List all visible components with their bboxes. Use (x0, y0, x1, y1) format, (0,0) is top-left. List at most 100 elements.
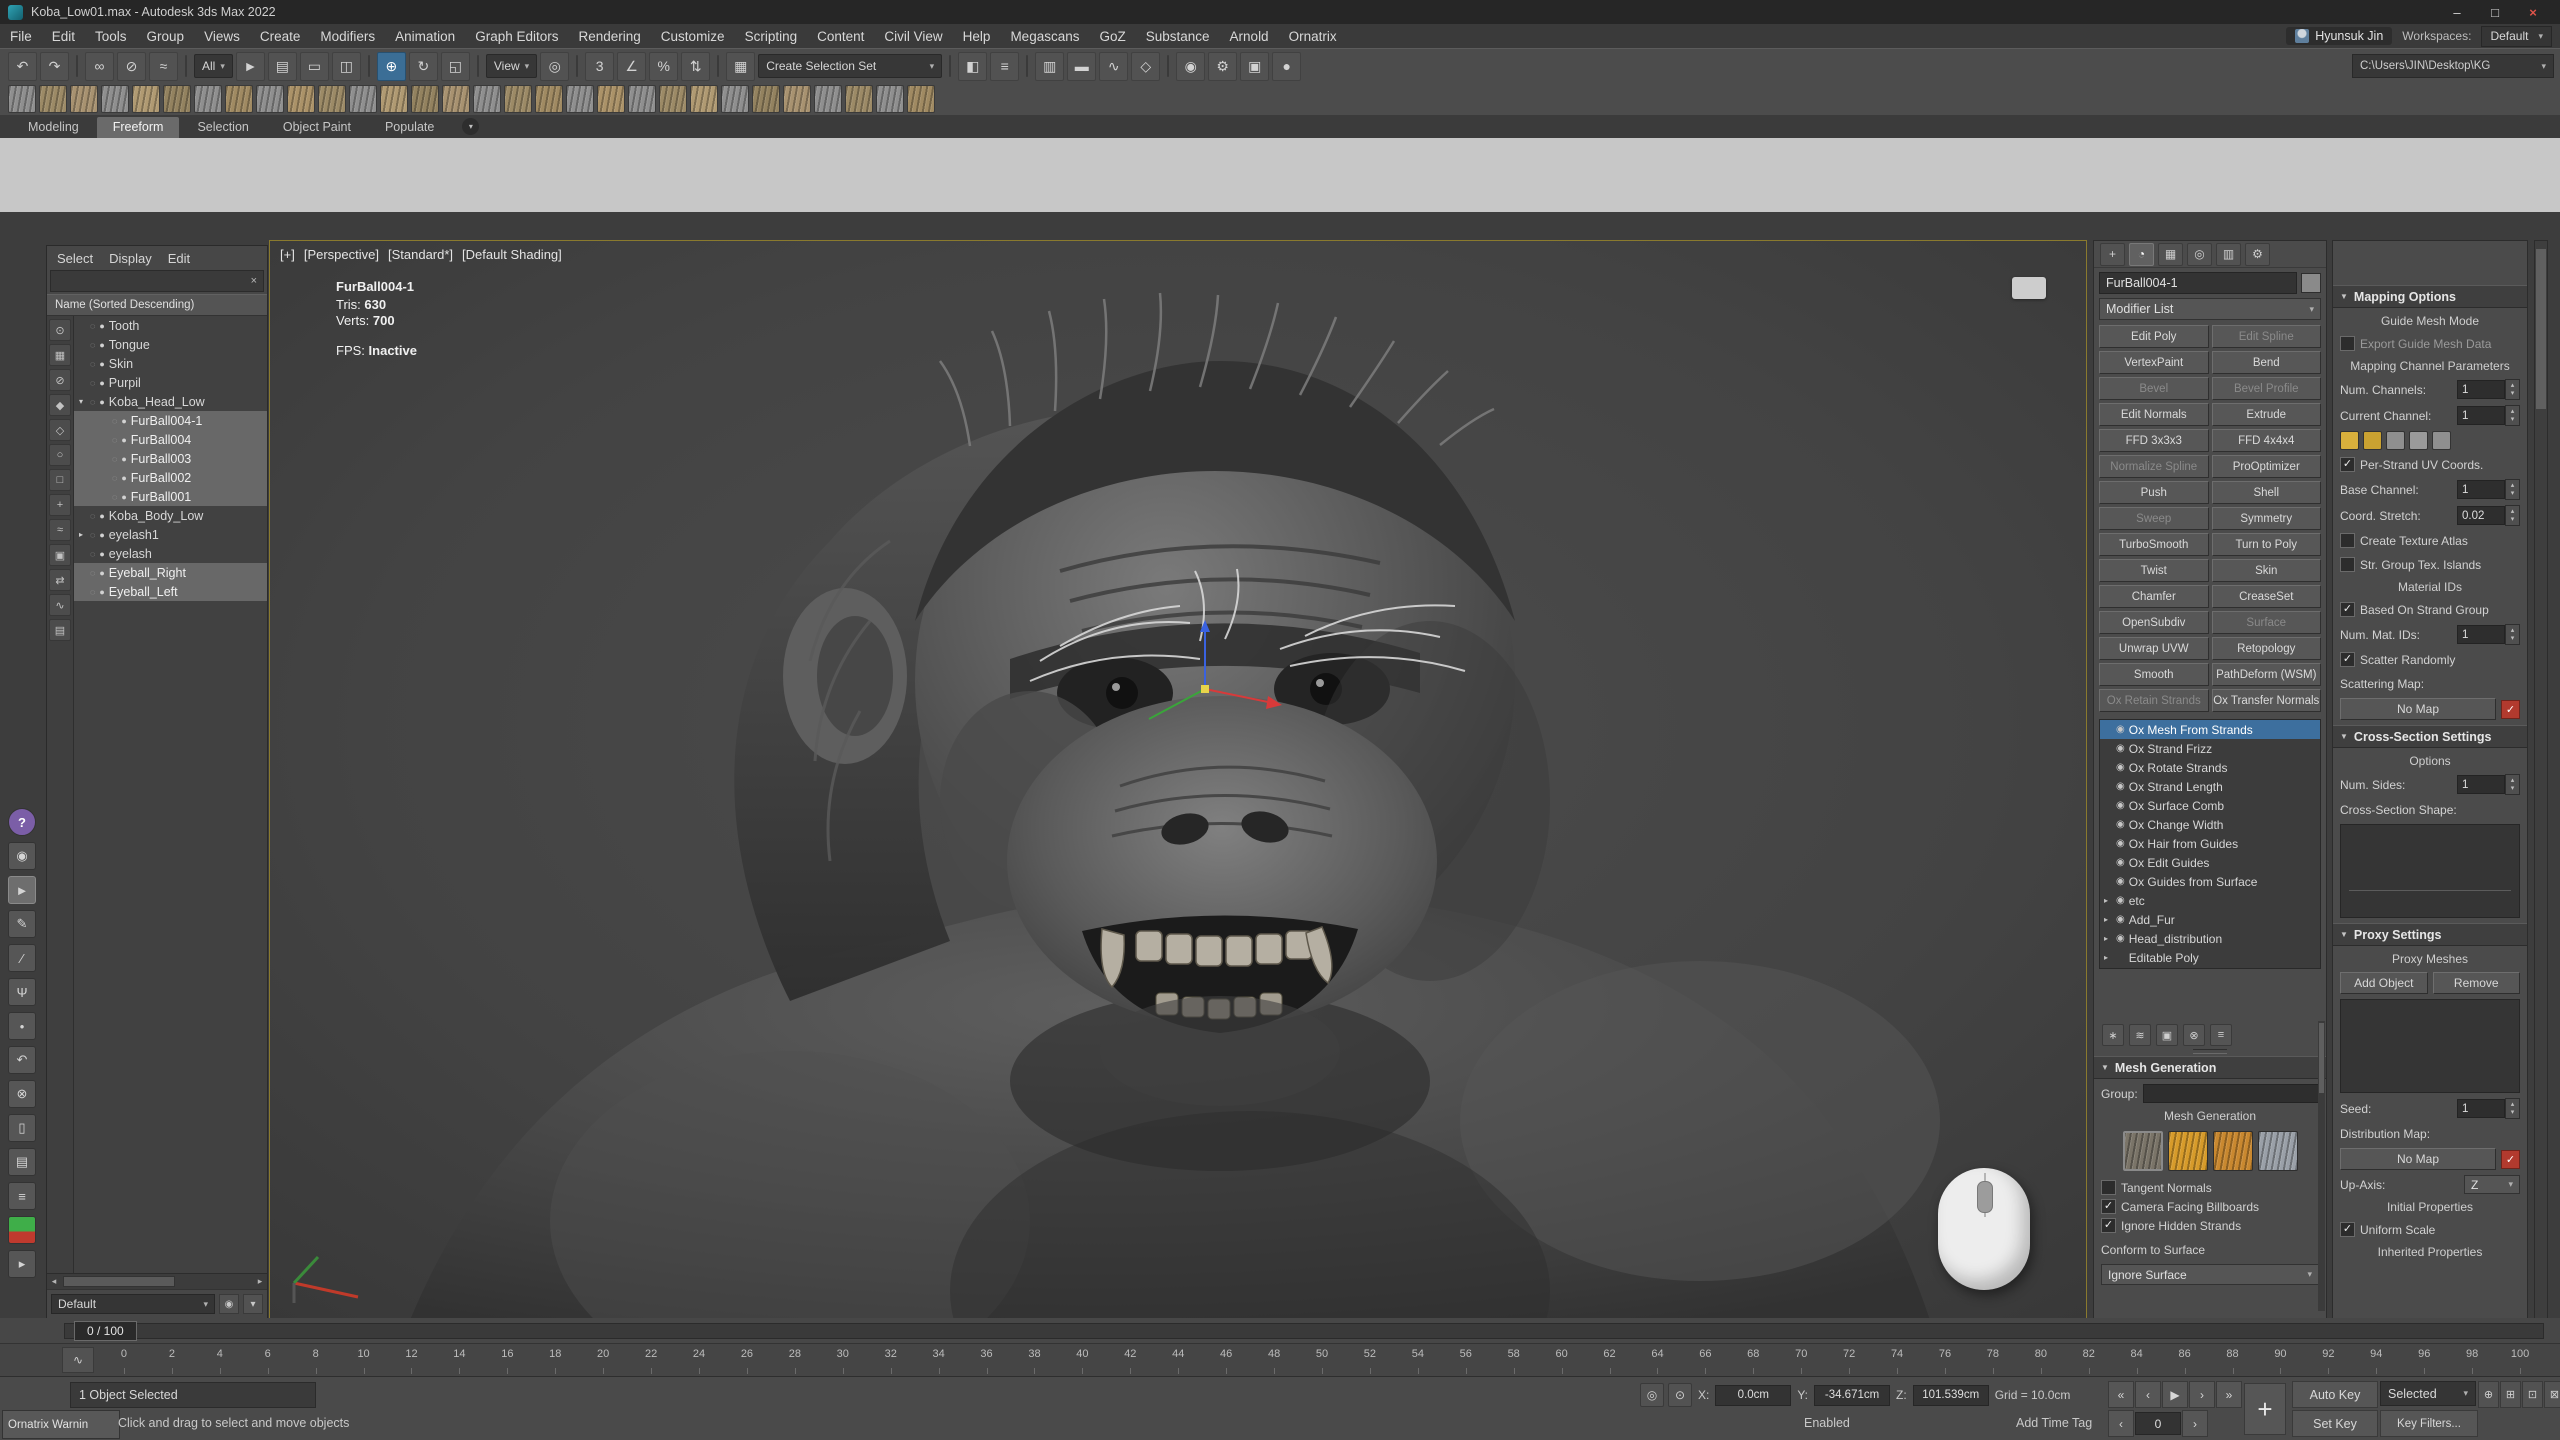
render-production-icon[interactable]: ● ▾ (1272, 52, 1301, 81)
rollout-header-cross-section[interactable]: ▼ Cross-Section Settings (2333, 725, 2527, 748)
menu-item[interactable]: Modifiers (310, 24, 385, 48)
display-xrefs-icon[interactable]: ⇄ (49, 569, 71, 591)
curve-editor-icon[interactable]: ∿ ▾ (1099, 52, 1128, 81)
modify-tab-icon[interactable]: ◔ (2129, 243, 2154, 266)
ornatrix-tool-icon[interactable] (132, 85, 160, 113)
export-guide-mesh-checkbox[interactable]: ✓ (2340, 336, 2355, 351)
timeline-tick[interactable]: 38 (1011, 1343, 1059, 1376)
scene-explorer-row[interactable]: ◌ ● Tooth (74, 316, 267, 335)
visibility-icon[interactable]: ◌ (112, 473, 117, 483)
ornatrix-tool-icon[interactable] (845, 85, 873, 113)
menu-item[interactable]: Rendering (569, 24, 651, 48)
modifier-button[interactable]: Edit Poly (2099, 325, 2209, 348)
separator[interactable]: ▾ (185, 55, 187, 77)
modifier-button[interactable]: Ox Retain Strands (2099, 689, 2209, 712)
remove-modifier-icon[interactable]: ⊗ (2183, 1024, 2205, 1046)
timeline-tick[interactable]: 84 (2113, 1343, 2161, 1376)
layer-options-icon[interactable]: ▾ (243, 1294, 263, 1314)
modifier-button[interactable]: Chamfer (2099, 585, 2209, 608)
ornatrix-tool-icon[interactable] (504, 85, 532, 113)
conform-surface-dropdown[interactable]: Ignore Surface ▾ (2101, 1264, 2319, 1285)
timeline-tick[interactable]: 6 (244, 1343, 292, 1376)
ornatrix-tool-icon[interactable] (628, 85, 656, 113)
key-filter-set-dropdown[interactable]: Selected ▾ (2380, 1381, 2476, 1406)
cross-section-shape-preview[interactable] (2340, 824, 2520, 918)
select-and-rotate-icon[interactable]: ↻ ▾ (409, 52, 438, 81)
named-selection-sets-dropdown[interactable]: Create Selection Set ▾ (758, 54, 942, 78)
viewport-menu-view[interactable]: [Perspective] (304, 247, 379, 262)
strip-mesh-icon[interactable] (2123, 1131, 2163, 1171)
visibility-icon[interactable]: ◌ (90, 359, 95, 369)
active-layer-dropdown[interactable]: Default ▾ (51, 1294, 215, 1314)
modifier-visibility-icon[interactable]: ◉ (2116, 914, 2125, 925)
scrollbar-thumb[interactable] (2536, 249, 2546, 409)
timeline-tick[interactable]: 92 (2304, 1343, 2352, 1376)
ornatrix-tool-icon[interactable] (473, 85, 501, 113)
ornatrix-tool-icon[interactable] (876, 85, 904, 113)
modifier-stack-row[interactable]: ◉ Ox Rotate Strands (2100, 758, 2320, 777)
visibility-icon[interactable]: ◌ (112, 492, 117, 502)
separator[interactable]: ▾ (368, 55, 370, 77)
rollout-header-proxy-settings[interactable]: ▼ Proxy Settings (2333, 923, 2527, 946)
ornatrix-tool-icon[interactable] (349, 85, 377, 113)
ornatrix-tool-icon[interactable] (783, 85, 811, 113)
visibility-icon[interactable]: ◌ (90, 378, 95, 388)
timeline-tick[interactable]: 50 (1298, 1343, 1346, 1376)
scene-explorer-row[interactable]: ◌ ● Purpil (74, 373, 267, 392)
modifier-button[interactable]: Bevel (2099, 377, 2209, 400)
unlink-selection-icon[interactable]: ⊘ ▾ (117, 52, 146, 81)
comb-tool-icon[interactable]: Ψ (8, 978, 36, 1006)
ribbon-tab[interactable]: Populate (369, 117, 450, 138)
uniform-scale-checkbox[interactable]: ✓ (2340, 1222, 2355, 1237)
cylinder-mesh-icon[interactable] (2213, 1131, 2253, 1171)
minimize-button[interactable]: – (2438, 1, 2476, 24)
add-time-tag[interactable]: Add Time Tag (2016, 1416, 2092, 1430)
modifier-stack-row[interactable]: ▸ ◉ Editable Poly (2100, 948, 2320, 967)
render-setup-icon[interactable]: ⚙ ▾ (1208, 52, 1237, 81)
modifier-stack-row[interactable]: ◉ Ox Guides from Surface (2100, 872, 2320, 891)
project-folder-field[interactable]: C:\Users\JIN\Desktop\KG ▾ (2352, 54, 2554, 78)
timeline-tick[interactable]: 28 (771, 1343, 819, 1376)
display-lights-icon[interactable]: ○ (49, 444, 71, 466)
timeline-tick[interactable]: 86 (2161, 1343, 2209, 1376)
reference-coordinate-dropdown[interactable]: View ▾ (486, 54, 537, 78)
modifier-stack-row[interactable]: ▸ ◉ etc (2100, 891, 2320, 910)
modifier-list-dropdown[interactable]: Modifier List ▾ (2099, 298, 2321, 320)
close-icon[interactable]: × (251, 275, 257, 287)
bind-to-space-warp-icon[interactable]: ≈ ▾ (149, 52, 178, 81)
seed-spinner[interactable]: 1 ▴▾ (2457, 1098, 2520, 1119)
modifier-button[interactable]: Symmetry (2212, 507, 2322, 530)
point-tool-icon[interactable]: • (8, 1012, 36, 1040)
timeline-tick[interactable]: 58 (1490, 1343, 1538, 1376)
modifier-button[interactable]: Extrude (2212, 403, 2322, 426)
timeline-tick[interactable]: 14 (435, 1343, 483, 1376)
ornatrix-tool-icon[interactable] (535, 85, 563, 113)
percent-snap-icon[interactable]: % ▾ (649, 52, 678, 81)
menu-item[interactable]: Content (807, 24, 874, 48)
motion-tab-icon[interactable]: ◎ (2187, 243, 2212, 266)
checkbox[interactable]: ✓ (2101, 1218, 2116, 1233)
ornatrix-tool-icon[interactable] (225, 85, 253, 113)
timeline-tick[interactable]: 32 (867, 1343, 915, 1376)
expand-arrow-icon[interactable]: ▸ (2104, 934, 2112, 943)
scene-explorer-column-header[interactable]: Name (Sorted Descending) (47, 294, 267, 316)
previous-frame-icon[interactable]: ‹ (2135, 1381, 2161, 1408)
toggle-ribbon-icon[interactable]: ▬ ▾ (1067, 52, 1096, 81)
scene-explorer-row[interactable]: ◌ ● FurBall004 (74, 430, 267, 449)
snaps-toggle-icon[interactable]: 3 ▾ (585, 52, 614, 81)
menu-item[interactable]: Civil View (874, 24, 952, 48)
display-helpers-icon[interactable]: + (49, 494, 71, 516)
ribbon-tab[interactable]: Freeform (97, 117, 180, 138)
presets-tool-icon[interactable]: ▤ (8, 1148, 36, 1176)
visibility-icon[interactable]: ◌ (90, 549, 95, 559)
timeline-tick[interactable]: 46 (1202, 1343, 1250, 1376)
modifier-visibility-icon[interactable]: ◉ (2116, 895, 2125, 906)
visibility-icon[interactable]: ◌ (90, 568, 95, 578)
ornatrix-tool-icon[interactable] (659, 85, 687, 113)
modifier-button[interactable]: Surface (2212, 611, 2322, 634)
mapping-channel-icon[interactable] (2340, 431, 2359, 450)
explorer-horizontal-scrollbar[interactable]: ◂ ▸ (47, 1273, 267, 1289)
modifier-button[interactable]: Bend (2212, 351, 2322, 374)
modifier-button[interactable]: Turn to Poly (2212, 533, 2322, 556)
use-pivot-point-icon[interactable]: ◎ ▾ (540, 52, 569, 81)
